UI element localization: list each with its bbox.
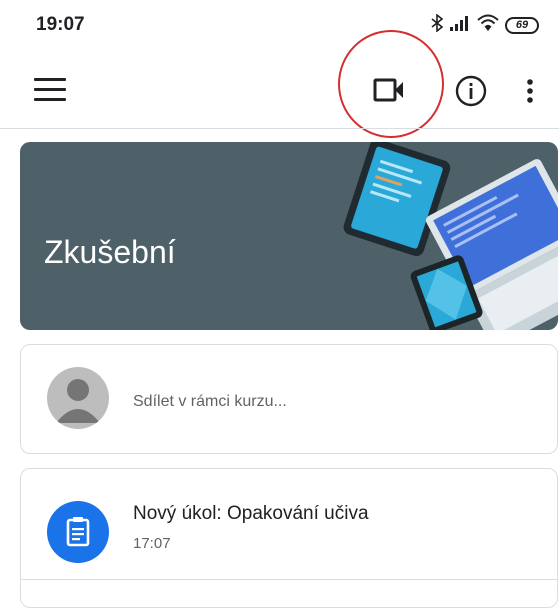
- status-icons: 69: [431, 12, 539, 37]
- class-banner[interactable]: Zkušební: [20, 142, 558, 330]
- class-title: Zkušební: [44, 234, 176, 270]
- list-item[interactable]: Nový úkol: Opakování učiva 17:07: [20, 468, 558, 608]
- share-input[interactable]: Sdílet v rámci kurzu...: [133, 393, 287, 411]
- banner-illustration: [343, 142, 558, 330]
- assignment-icon: [47, 501, 109, 563]
- menu-icon[interactable]: [34, 78, 66, 102]
- battery-icon: 69: [505, 16, 539, 34]
- post-divider: [21, 579, 557, 580]
- info-icon[interactable]: [454, 74, 488, 108]
- app-bar: [0, 52, 559, 128]
- bluetooth-icon: [431, 12, 444, 37]
- video-camera-icon[interactable]: [366, 70, 412, 110]
- status-time: 19:07: [36, 14, 85, 35]
- app-bar-divider: [0, 128, 559, 129]
- wifi-icon: [477, 14, 499, 37]
- more-vert-icon[interactable]: [520, 74, 540, 108]
- post-time: 17:07: [133, 535, 171, 552]
- status-bar: 19:07 69: [0, 0, 559, 52]
- post-title[interactable]: Nový úkol: Opakování učiva: [133, 503, 369, 525]
- avatar: [47, 367, 109, 429]
- share-card[interactable]: Sdílet v rámci kurzu...: [20, 344, 558, 454]
- signal-icon: [449, 14, 471, 37]
